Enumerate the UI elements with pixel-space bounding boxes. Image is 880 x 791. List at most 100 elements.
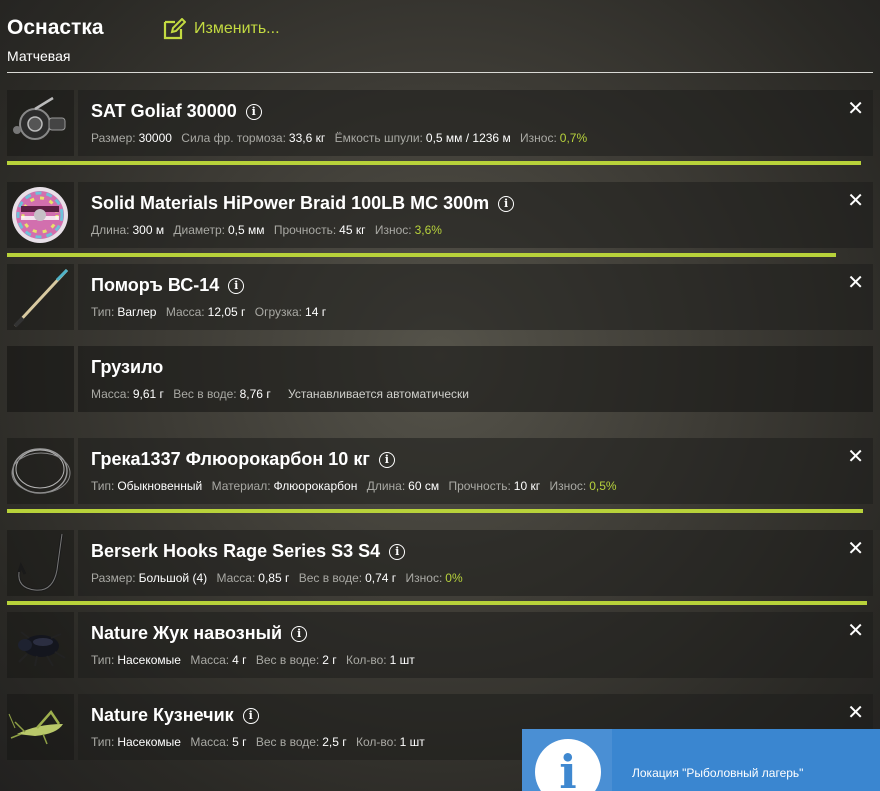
tackle-name: Nature Жук навозный (91, 623, 283, 643)
info-icon[interactable]: i (389, 543, 406, 560)
prop-value: 30000 (138, 131, 172, 145)
tackle-card[interactable]: Грека1337 Флюорокарбон 10 кг i Тип: Обыкно… (78, 438, 873, 504)
prop-value: Обыкновенный (117, 479, 203, 493)
tackle-item-hook: Berserk Hooks Rage Series S3 S4 i Размер:… (7, 530, 873, 605)
tackle-card[interactable]: Nature Жук навозный i Тип: Насекомые Масса… (78, 612, 873, 678)
tackle-item-leader: Грека1337 Флюорокарбон 10 кг i Тип: Обыкно… (7, 438, 873, 513)
tackle-name: Berserk Hooks Rage Series S3 S4 (91, 541, 381, 561)
prop-key: Тип: (91, 735, 115, 749)
prop-key: Прочность: (448, 479, 511, 493)
prop-key: Масса: (190, 735, 230, 749)
prop-value: 33,6 кг (288, 131, 326, 145)
prop-key: Длина: (366, 479, 406, 493)
prop-value: 4 г (232, 653, 247, 667)
close-icon[interactable]: ✕ (847, 447, 864, 467)
prop-value: Ваглер (117, 305, 157, 319)
prop-key: Вес в воде: (173, 387, 237, 401)
wear-value: 0% (445, 571, 463, 585)
page-subtitle: Матчевая (7, 48, 71, 64)
prop-key: Вес в воде: (298, 571, 363, 585)
info-icon[interactable]: i (228, 277, 245, 294)
prop-key: Масса: (190, 653, 230, 667)
prop-value: 0,5 мм (227, 223, 265, 237)
durability-bar (7, 509, 863, 513)
wear-label: Износ: (374, 223, 412, 237)
tackle-props: Тип: Ваглер Масса: 12,05 г Огрузка: 14 г (91, 305, 332, 319)
prop-key: Масса: (216, 571, 256, 585)
prop-key: Тип: (91, 479, 115, 493)
tackle-props: Тип: Насекомые Масса: 5 г Вес в воде: 2,5 г… (91, 735, 431, 749)
prop-value: Большой (4) (138, 571, 208, 585)
close-icon[interactable]: ✕ (847, 539, 864, 559)
sinker-icon (7, 346, 74, 412)
edit-icon (163, 18, 186, 40)
prop-key: Ёмкость шпули: (334, 131, 423, 145)
prop-key: Вес в воде: (255, 735, 320, 749)
tackle-name: Nature Кузнечик (91, 705, 234, 725)
tackle-props: Тип: Насекомые Масса: 4 г Вес в воде: 2 г К… (91, 653, 421, 667)
auto-note: Устанавливается автоматически (288, 387, 469, 401)
close-icon[interactable]: ✕ (847, 703, 864, 723)
hook-icon (7, 530, 74, 596)
prop-value: 1 шт (399, 735, 425, 749)
prop-value: 12,05 г (207, 305, 246, 319)
info-icon[interactable]: i (291, 625, 308, 642)
prop-value: 5 г (232, 735, 247, 749)
tackle-item-line: Solid Materials HiPower Braid 100LB MC 3… (7, 182, 873, 257)
prop-value: 9,61 г (132, 387, 164, 401)
durability-bar (7, 161, 861, 165)
prop-value: 0,5 мм / 1236 м (425, 131, 511, 145)
durability-bar (7, 601, 867, 605)
tackle-card[interactable]: Solid Materials HiPower Braid 100LB MC 3… (78, 182, 873, 248)
edit-button-label: Изменить... (194, 20, 280, 37)
prop-value: Флюорокарбон (273, 479, 358, 493)
info-icon[interactable]: i (498, 195, 515, 212)
prop-key: Огрузка: (254, 305, 303, 319)
tackle-name: Грека1337 Флюорокарбон 10 кг (91, 449, 370, 469)
float-icon (7, 264, 74, 330)
prop-value: 0,74 г (365, 571, 397, 585)
tackle-item-reel: SAT Goliaf 30000 i Размер: 30000 Сила фр. … (7, 90, 873, 165)
wear-label: Износ: (520, 131, 557, 145)
tackle-props: Размер: 30000 Сила фр. тормоза: 33,6 кг Ём… (91, 131, 593, 145)
prop-value: 1 шт (389, 653, 415, 667)
edit-button[interactable]: Изменить... (163, 18, 280, 40)
prop-value: 0,85 г (258, 571, 290, 585)
reel-icon (7, 90, 74, 156)
prop-key: Прочность: (273, 223, 337, 237)
header-divider (7, 72, 873, 73)
prop-value: 45 кг (339, 223, 366, 237)
tackle-item-sinker: Грузило Масса: 9,61 г Вес в воде: 8,76 г У… (7, 346, 873, 412)
prop-key: Масса: (165, 305, 205, 319)
location-notification[interactable]: i Локация "Рыболовный лагерь" (522, 729, 880, 791)
tackle-card: Грузило Масса: 9,61 г Вес в воде: 8,76 г У… (78, 346, 873, 412)
close-icon[interactable]: ✕ (847, 191, 864, 211)
tackle-name: Solid Materials HiPower Braid 100LB MC 3… (91, 193, 490, 213)
info-icon[interactable]: i (378, 451, 395, 468)
line-spool-icon (7, 182, 74, 248)
prop-key: Тип: (91, 305, 115, 319)
prop-value: 2 г (322, 653, 337, 667)
info-icon[interactable]: i (242, 707, 259, 724)
prop-value: Насекомые (117, 653, 181, 667)
wear-value: 0,5% (589, 479, 617, 493)
close-icon[interactable]: ✕ (847, 273, 864, 293)
prop-key: Диаметр: (173, 223, 225, 237)
info-icon[interactable]: i (245, 103, 262, 120)
close-icon[interactable]: ✕ (847, 621, 864, 641)
tackle-item-bait-beetle: Nature Жук навозный i Тип: Насекомые Масса… (7, 612, 873, 678)
toast-icon-area: i (522, 729, 612, 791)
tackle-card[interactable]: Berserk Hooks Rage Series S3 S4 i Размер:… (78, 530, 873, 596)
prop-key: Материал: (211, 479, 271, 493)
wear-label: Износ: (405, 571, 443, 585)
prop-key: Размер: (91, 131, 136, 145)
tackle-card[interactable]: SAT Goliaf 30000 i Размер: 30000 Сила фр. … (78, 90, 873, 156)
wear-value: 0,7% (559, 131, 588, 145)
beetle-icon (7, 612, 74, 678)
prop-key: Вес в воде: (255, 653, 320, 667)
prop-value: 2,5 г (322, 735, 347, 749)
prop-value: 60 см (408, 479, 440, 493)
tackle-card[interactable]: Поморъ ВС-14 i Тип: Ваглер Масса: 12,05 г О… (78, 264, 873, 330)
tackle-props: Длина: 300 м Диаметр: 0,5 мм Прочность: 45 … (91, 223, 448, 237)
close-icon[interactable]: ✕ (847, 99, 864, 119)
